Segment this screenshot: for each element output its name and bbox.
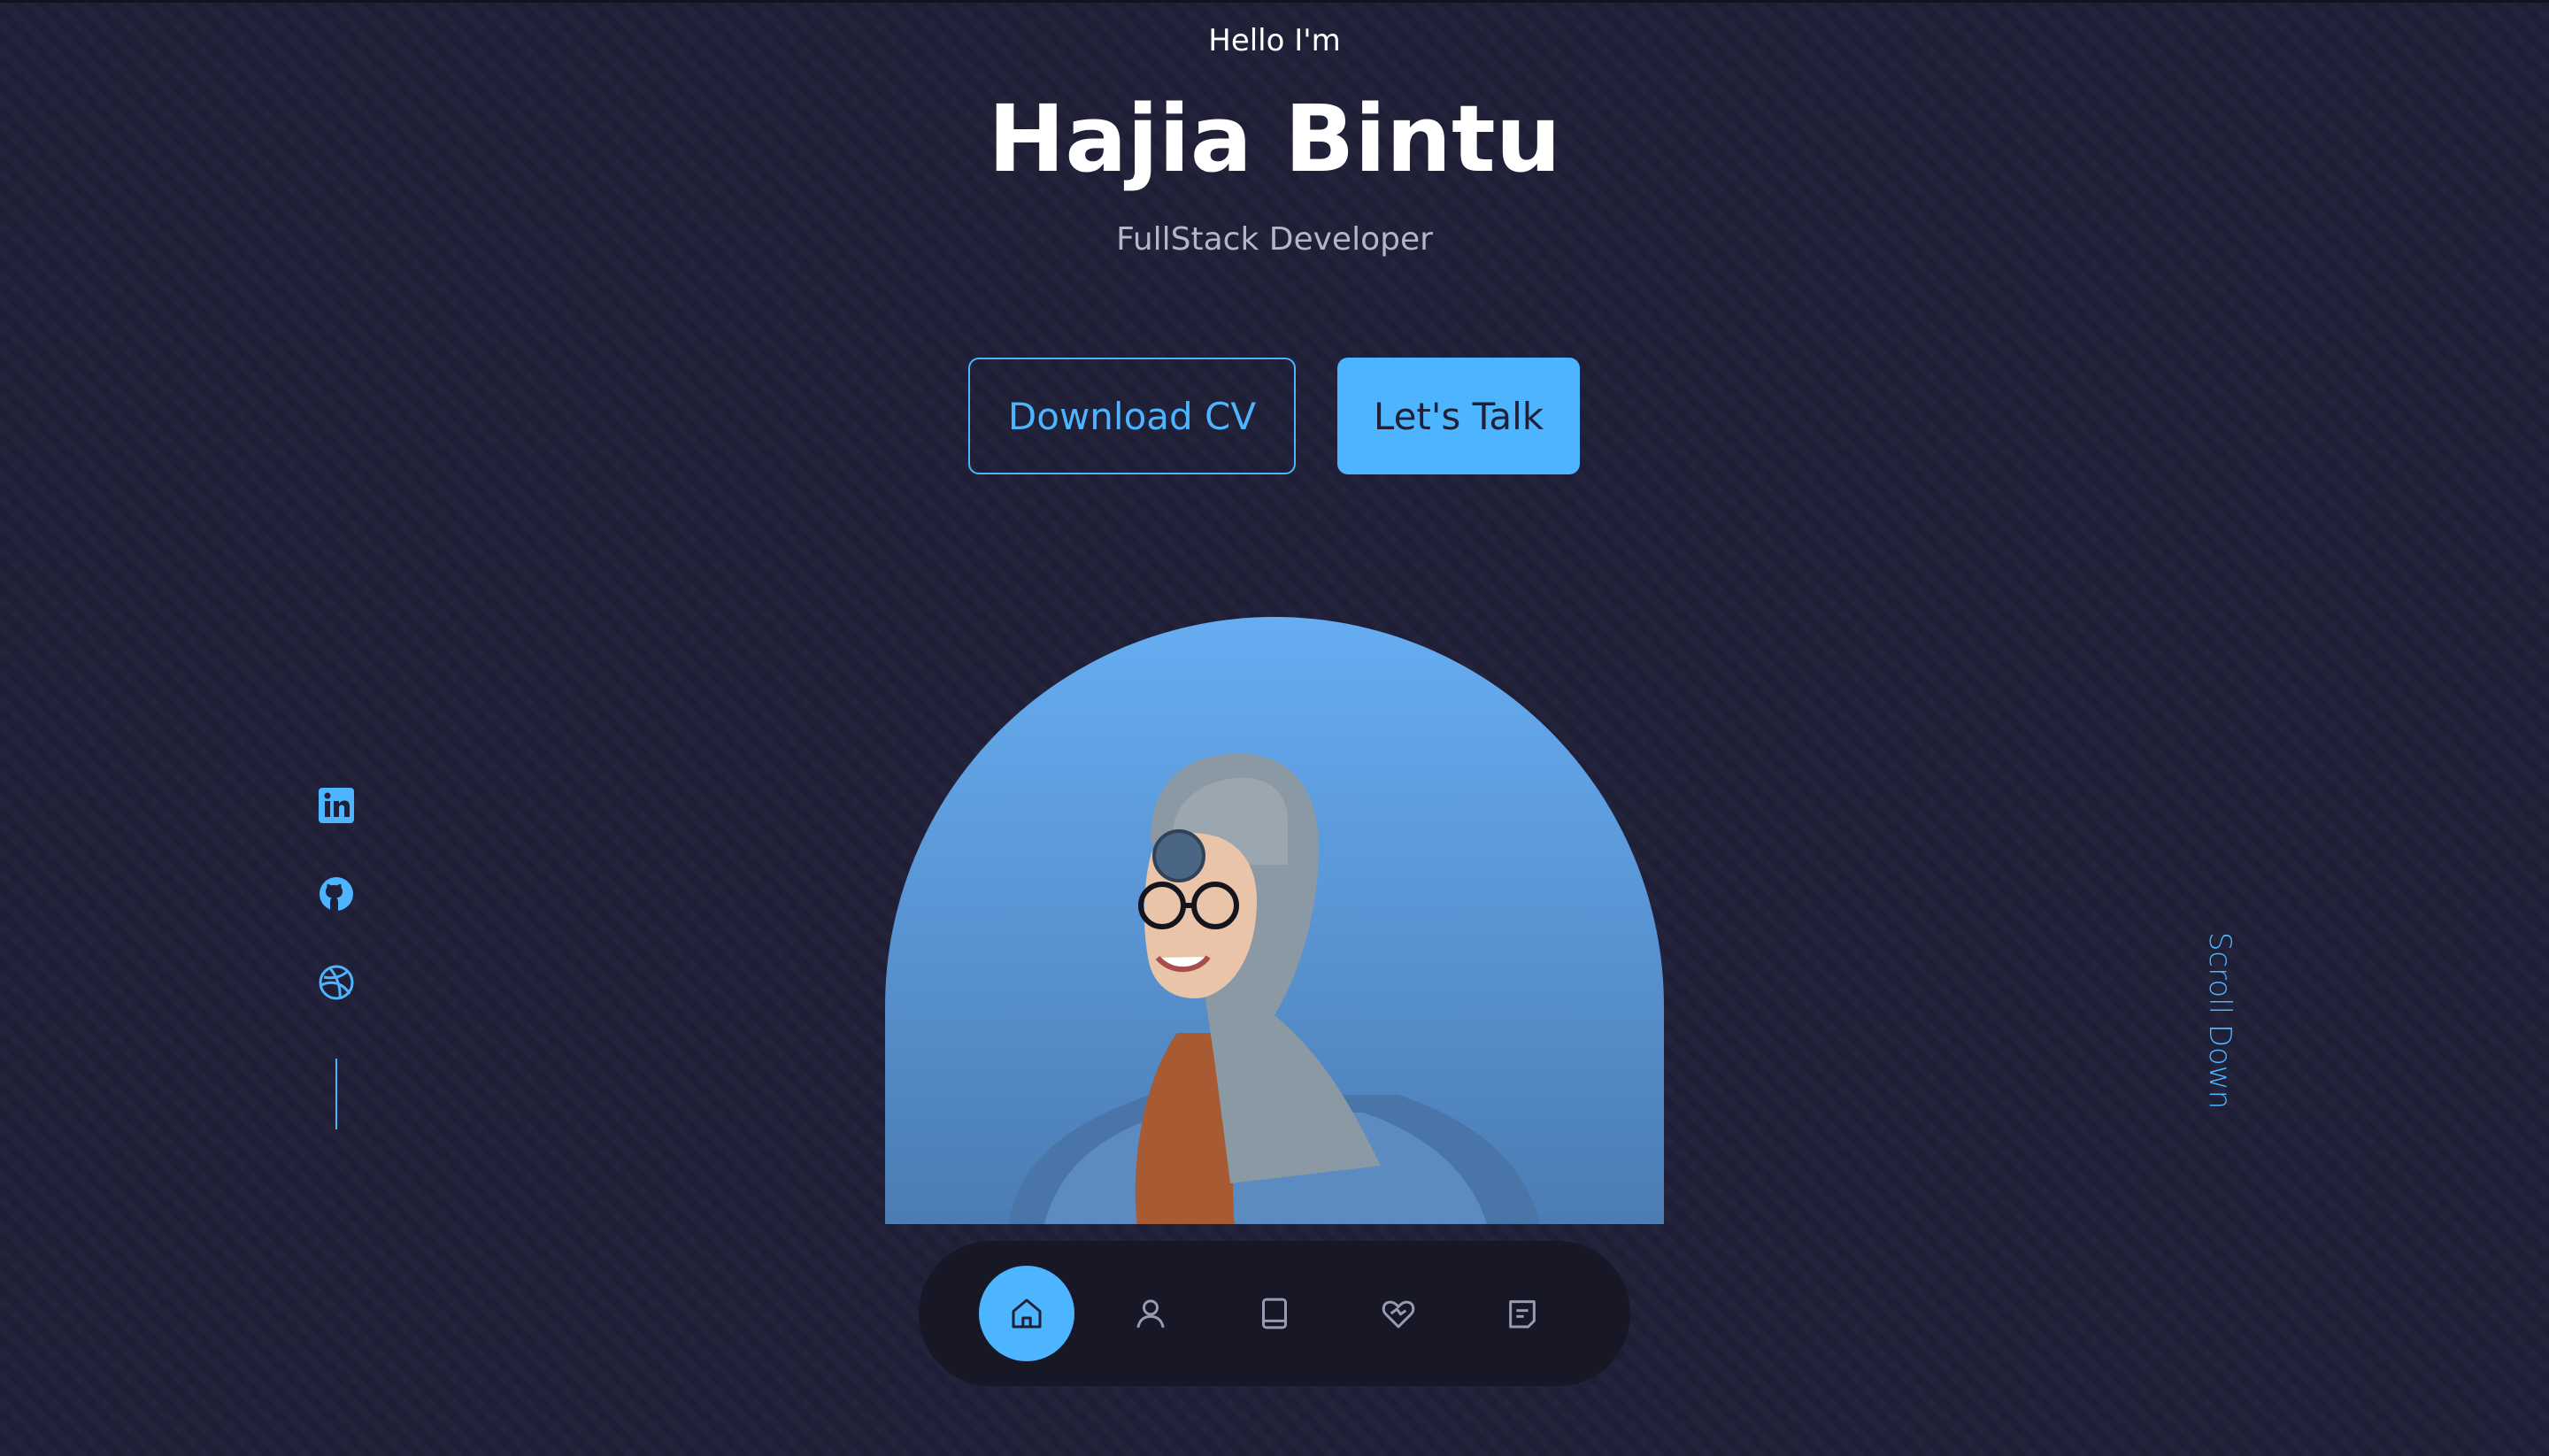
dribbble-icon[interactable] <box>317 963 356 1002</box>
top-border <box>0 0 2549 3</box>
home-icon <box>1012 1298 1042 1329</box>
nav-contact[interactable] <box>1475 1266 1570 1361</box>
scroll-down-label: Scroll Down <box>2202 931 2238 1110</box>
download-cv-button[interactable]: Download CV <box>968 358 1296 474</box>
bottom-nav <box>919 1241 1630 1386</box>
greeting-text: Hello I'm <box>1208 23 1341 58</box>
social-links <box>317 786 356 1129</box>
nav-services[interactable] <box>1351 1266 1446 1361</box>
linkedin-icon[interactable] <box>317 786 356 825</box>
hero-name: Hajia Bintu <box>988 85 1561 193</box>
profile-photo <box>885 617 1664 1224</box>
nav-home[interactable] <box>979 1266 1074 1361</box>
social-divider-line <box>335 1059 337 1129</box>
nav-about[interactable] <box>1103 1266 1198 1361</box>
user-icon <box>1136 1299 1165 1329</box>
lets-talk-button[interactable]: Let's Talk <box>1337 358 1580 474</box>
nav-experience[interactable] <box>1227 1266 1322 1361</box>
github-icon[interactable] <box>317 874 356 913</box>
book-icon <box>1262 1298 1287 1329</box>
hero-role: FullStack Developer <box>1116 221 1433 258</box>
message-icon <box>1509 1300 1536 1329</box>
services-icon <box>1382 1300 1415 1329</box>
scroll-down-link[interactable]: Scroll Down <box>2193 929 2246 1112</box>
